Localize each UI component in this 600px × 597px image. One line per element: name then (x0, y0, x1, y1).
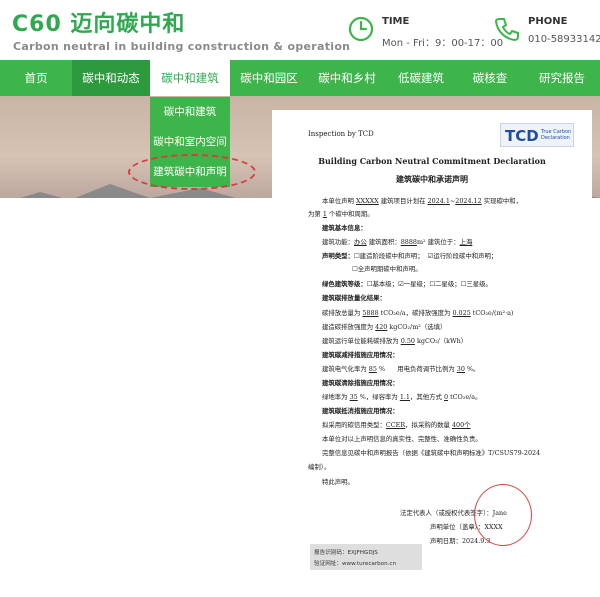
time-label: TIME (382, 16, 410, 27)
phone-value[interactable]: 010-58933142 (528, 34, 600, 45)
doc-line-compiled: 编制）。 (308, 463, 331, 471)
doc-line-full-info: 完整信息见碳中和声明报告（依据《建筑碳中和声明标准》T/CSUS79-2024 (322, 449, 541, 457)
phone-icon (494, 18, 519, 42)
doc-title-cn: 建筑碳中和承诺声明 (396, 174, 468, 184)
doc-line-responsibility: 本单位对以上声明信息的真实性、完整性、准确性负责。 (322, 435, 482, 443)
doc-section-basic: 建筑基本信息： (322, 224, 367, 232)
nav-item-news[interactable]: 碳中和动态 (72, 60, 150, 96)
logo-subtitle: Carbon neutral in building construction … (13, 40, 351, 53)
main-nav: 首页 碳中和动态 碳中和建筑 碳中和园区 碳中和乡村 低碳建筑 碳核查 研究报告 (0, 60, 600, 96)
doc-line-intro: 本单位声明 XXXXX 建筑项目计划在 2024.1~2024.12 实现碳中和… (322, 197, 523, 205)
doc-line-period: 为第 1 个碳中和周期。 (308, 210, 374, 218)
doc-line-function: 建筑功能：办公 建筑面积：8888m² 建筑位于：上海 (322, 238, 473, 246)
tcd-logo-text: TCD (505, 127, 539, 145)
nav-item-buildings[interactable]: 碳中和建筑 (150, 60, 230, 96)
time-value: Mon - Fri：9：00-17：00 (382, 38, 504, 49)
report-code: 报告识别码：EXJFHGDJS (314, 550, 378, 556)
declaration-document: Inspection by TCD TCD True Carbon Declara… (272, 110, 592, 585)
stamp-circle (474, 484, 532, 546)
verification-box: 报告识别码：EXJFHGDJS 验证网址：www.turecarbon.cn (310, 544, 422, 570)
logo-title[interactable]: C60 迈向碳中和 (12, 6, 185, 38)
doc-line-operation-emission: 建筑运行单位能耗碳排放为 0.50 kgCO₂/（kWh） (322, 337, 468, 345)
nav-item-villages[interactable]: 碳中和乡村 (308, 60, 386, 96)
nav-item-reports[interactable]: 研究报告 (524, 60, 600, 96)
nav-item-parks[interactable]: 碳中和园区 (230, 60, 308, 96)
doc-signature-date: 声明日期：2024.9.3 (430, 537, 491, 545)
inspection-text: Inspection by TCD (308, 130, 374, 138)
doc-section-removal: 建筑碳清除措施应用情况： (322, 379, 399, 387)
dropdown-item-carbon-neutral-building[interactable]: 碳中和建筑 (150, 97, 230, 127)
site-header: C60 迈向碳中和 Carbon neutral in building con… (0, 0, 600, 60)
doc-line-electrification: 建筑电气化率为 85 % 用电负荷调节比例为 30 %。 (322, 365, 480, 373)
doc-line-decl-type-2: ☐全声明期碳中和声明。 (352, 265, 422, 273)
doc-title-en: Building Carbon Neutral Commitment Decla… (318, 156, 546, 166)
doc-line-construction-emission: 建造碳排放强度为 420 kgCO₂/m²（选填） (322, 323, 447, 331)
doc-line-hereby: 特此声明。 (322, 478, 354, 486)
dropdown-item-indoor-space[interactable]: 碳中和室内空间 (150, 127, 230, 157)
clock-icon (348, 16, 374, 42)
nav-item-home[interactable]: 首页 (0, 60, 72, 96)
nav-item-verification[interactable]: 碳核查 (456, 60, 524, 96)
phone-label: PHONE (528, 16, 568, 27)
doc-line-decl-type: 声明类型：☐建造阶段碳中和声明； ☑运行阶段碳中和声明； (322, 252, 498, 260)
nav-item-low-carbon[interactable]: 低碳建筑 (386, 60, 456, 96)
tcd-logo: TCD True Carbon Declaration (500, 123, 574, 147)
doc-line-green-rate: 绿地率为 35 %，绿容率为 1.1，其他方式 0 tCO₂e/a。 (322, 393, 482, 401)
doc-line-emission-total: 碳排放总量为 5888 tCO₂e/a，碳排放强度为 0.025 tCO₂e/(… (322, 309, 514, 317)
tcd-logo-subtext: True Carbon Declaration (541, 129, 572, 141)
doc-section-offset: 建筑碳抵消措施应用情况： (322, 407, 399, 415)
doc-line-credit: 拟采用的碳信用类型：CCER，拟采购的数量 400个 (322, 421, 471, 429)
doc-line-green: 绿色建筑等级：☐基本级；☑一星级；☐二星级；☐三星级。 (322, 280, 492, 288)
doc-section-emission: 建筑碳排放量化结果： (322, 294, 386, 302)
verification-url[interactable]: 验证网址：www.turecarbon.cn (314, 559, 396, 567)
highlight-ellipse (128, 154, 256, 190)
doc-section-reduction: 建筑碳减排措施应用情况： (322, 351, 399, 359)
